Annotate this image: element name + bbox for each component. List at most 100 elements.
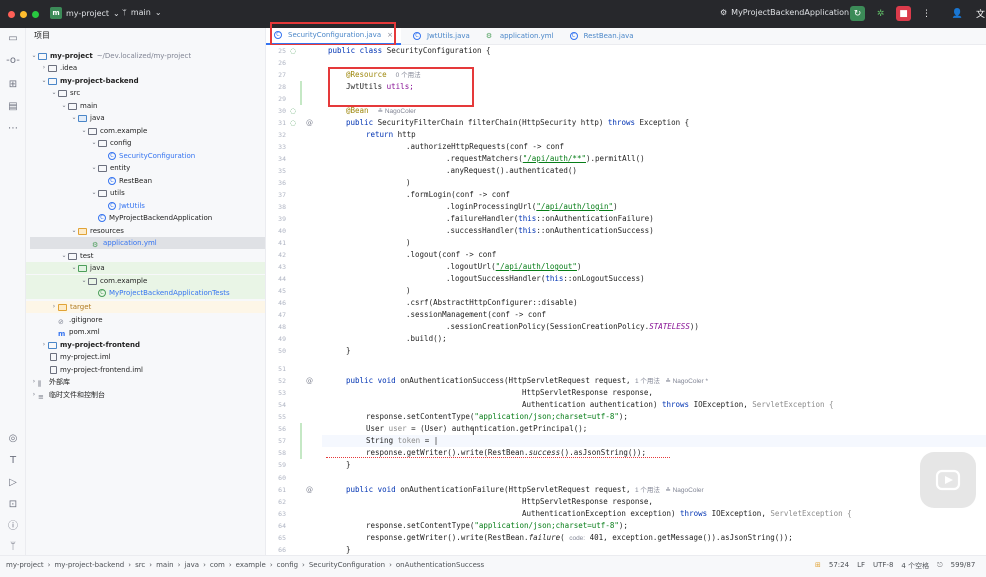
tree-item-hint: ~/Dev.localized/my-project: [96, 52, 192, 60]
token-string[interactable]: "/api/auth/logout": [496, 262, 577, 271]
tree-item-pom[interactable]: m pom.xml: [26, 326, 265, 338]
line-number: 47: [278, 311, 286, 319]
breadcrumb-item[interactable]: com: [210, 561, 225, 569]
video-play-button[interactable]: [920, 452, 976, 508]
caret-position[interactable]: 57:24: [829, 561, 849, 571]
tree-item-external-libraries[interactable]: › ⫼ 外部库: [26, 376, 265, 388]
breadcrumb-item[interactable]: example: [236, 561, 266, 569]
breadcrumb-item[interactable]: config: [277, 561, 298, 569]
token-string[interactable]: "/api/auth/login": [536, 202, 613, 211]
zoom-window-button[interactable]: [32, 11, 39, 18]
terminal-tool-icon[interactable]: ⊡: [6, 498, 20, 512]
build-tool-icon[interactable]: T: [6, 454, 20, 468]
stop-icon[interactable]: ■: [896, 6, 911, 21]
breadcrumb-item[interactable]: java: [184, 561, 199, 569]
bean-gutter-icon[interactable]: ◌: [290, 45, 296, 57]
tab-restbean[interactable]: C RestBean.java: [562, 28, 642, 45]
parameter-hint: code:: [569, 535, 586, 542]
run-tool-icon[interactable]: ▷: [6, 476, 20, 490]
tree-item-security-configuration[interactable]: C SecurityConfiguration: [26, 150, 265, 162]
code-line-30: @Bean ≗ NagoColer: [346, 105, 416, 117]
tree-item-test[interactable]: ⌄ test: [26, 250, 265, 262]
debug-icon[interactable]: ✲: [873, 6, 888, 21]
tree-item-backend[interactable]: ⌄ my-project-backend: [26, 75, 265, 87]
tree-item-java[interactable]: ⌄ java: [26, 112, 265, 124]
minimize-window-button[interactable]: [20, 11, 27, 18]
tree-item-jwtutils[interactable]: C JwtUtils: [26, 200, 265, 212]
token-keyword: public void: [346, 376, 401, 385]
usage-hint[interactable]: 1 个用法 ≗ NagoColer: [635, 487, 704, 494]
more-tools-icon[interactable]: ⋯: [6, 122, 20, 136]
rerun-icon[interactable]: ↻: [850, 6, 865, 21]
bean-gutter-icon[interactable]: ◌: [290, 105, 296, 117]
memory-indicator[interactable]: 599/87: [951, 561, 976, 571]
tree-item-com-example[interactable]: ⌄ com.example: [26, 125, 265, 137]
tree-item-scratches[interactable]: › ≡ 临时文件和控制台: [26, 389, 265, 401]
tree-item-resources[interactable]: ⌄ resources: [26, 225, 265, 237]
tree-item-label: main: [80, 102, 98, 110]
token-text: ): [406, 238, 411, 247]
tree-item-idea[interactable]: › .idea: [26, 62, 265, 74]
tab-application-yml[interactable]: ⚙ application.yml: [478, 28, 562, 45]
file-encoding[interactable]: UTF-8: [873, 561, 893, 571]
breadcrumb-item[interactable]: main: [156, 561, 174, 569]
close-window-button[interactable]: [8, 11, 15, 18]
tree-item-test-java[interactable]: ⌄ java: [26, 262, 265, 274]
tree-item-main-application[interactable]: C MyProjectBackendApplication: [26, 212, 265, 224]
tree-item-frontend[interactable]: › my-project-frontend: [26, 339, 265, 351]
author-hint[interactable]: ≗ NagoColer: [378, 108, 416, 115]
tree-item-gitignore[interactable]: ⊘ .gitignore: [26, 314, 265, 326]
tree-item-config[interactable]: ⌄ config: [26, 137, 265, 149]
tree-item-frontend-iml[interactable]: my-project-frontend.iml: [26, 364, 265, 376]
token-string[interactable]: "/api/auth/**": [523, 154, 586, 163]
run-config-selector[interactable]: ⚙ MyProjectBackendApplication ⌄: [720, 8, 860, 17]
commit-tool-icon[interactable]: -o-: [6, 54, 20, 68]
tab-jwtutils[interactable]: C JwtUtils.java: [405, 28, 478, 45]
tree-item-main[interactable]: ⌄ main: [26, 100, 265, 112]
tree-item-entity[interactable]: ⌄ entity: [26, 162, 265, 174]
code-editor[interactable]: 25 26 27 28 29 30 31 32 33 34 35 36 37 38 39 40 41 42 43 44…: [266, 45, 986, 555]
add-user-icon[interactable]: 👤: [950, 6, 965, 21]
tree-item-restbean[interactable]: C RestBean: [26, 175, 265, 187]
line-number: 26: [278, 59, 286, 67]
tree-item-application-yml[interactable]: ⚙ application.yml: [30, 237, 265, 249]
breadcrumb-item[interactable]: onAuthenticationSuccess: [396, 561, 484, 569]
tree-item-utils[interactable]: ⌄ utils: [26, 187, 265, 199]
tree-item-target[interactable]: › target: [26, 301, 265, 313]
usage-hint[interactable]: 1 个用法 ≗ NagoColer *: [635, 378, 708, 385]
problems-tool-icon[interactable]: ⓘ: [6, 520, 20, 534]
token-keyword: throws: [661, 400, 694, 409]
services-tool-icon[interactable]: ◎: [6, 432, 20, 446]
tree-item-tests-class[interactable]: C MyProjectBackendApplicationTests: [26, 287, 265, 299]
translate-icon[interactable]: 文: [973, 6, 986, 21]
tree-item-label: .gitignore: [69, 316, 103, 324]
line-ending[interactable]: LF: [857, 561, 865, 571]
indent-setting[interactable]: 4 个空格: [901, 561, 929, 571]
breadcrumb-item[interactable]: src: [135, 561, 145, 569]
structure-tool-icon[interactable]: ⊞: [6, 78, 20, 92]
tree-item-src[interactable]: ⌄ src: [26, 87, 265, 99]
token-text: .sessionManagement(conf -> conf: [406, 310, 546, 319]
breadcrumb-item[interactable]: my-project-backend: [54, 561, 124, 569]
line-number: 33: [278, 143, 286, 151]
more-icon[interactable]: ⋮: [919, 6, 934, 21]
token-text: }: [346, 545, 351, 554]
play-icon: [935, 469, 961, 491]
lock-icon[interactable]: ⎋: [937, 561, 943, 571]
git-tool-icon[interactable]: ᛘ: [6, 540, 20, 554]
tree-item-project-iml[interactable]: my-project.iml: [26, 351, 265, 363]
annotation-gutter-icon: @: [306, 486, 313, 494]
code-line-38: .loginProcessingUrl("/api/auth/login"): [446, 201, 618, 213]
project-switcher[interactable]: m my-project ⌄: [50, 7, 120, 19]
class-icon: C: [569, 32, 578, 40]
project-tool-icon[interactable]: ▭: [6, 32, 20, 46]
tree-item-label: my-project: [50, 52, 93, 60]
breadcrumb-item[interactable]: SecurityConfiguration: [309, 561, 385, 569]
code-line-37: .formLogin(conf -> conf: [406, 189, 510, 201]
branch-switcher[interactable]: ᛘ main ⌄: [122, 8, 162, 17]
bookmarks-tool-icon[interactable]: ▤: [6, 100, 20, 114]
bean-gutter-icon[interactable]: ◌: [290, 117, 296, 129]
breadcrumb-item[interactable]: my-project: [6, 561, 44, 569]
tree-item-test-com-example[interactable]: ⌄ com.example: [26, 275, 265, 287]
tree-item-my-project[interactable]: ⌄ my-project ~/Dev.localized/my-project: [26, 50, 265, 62]
